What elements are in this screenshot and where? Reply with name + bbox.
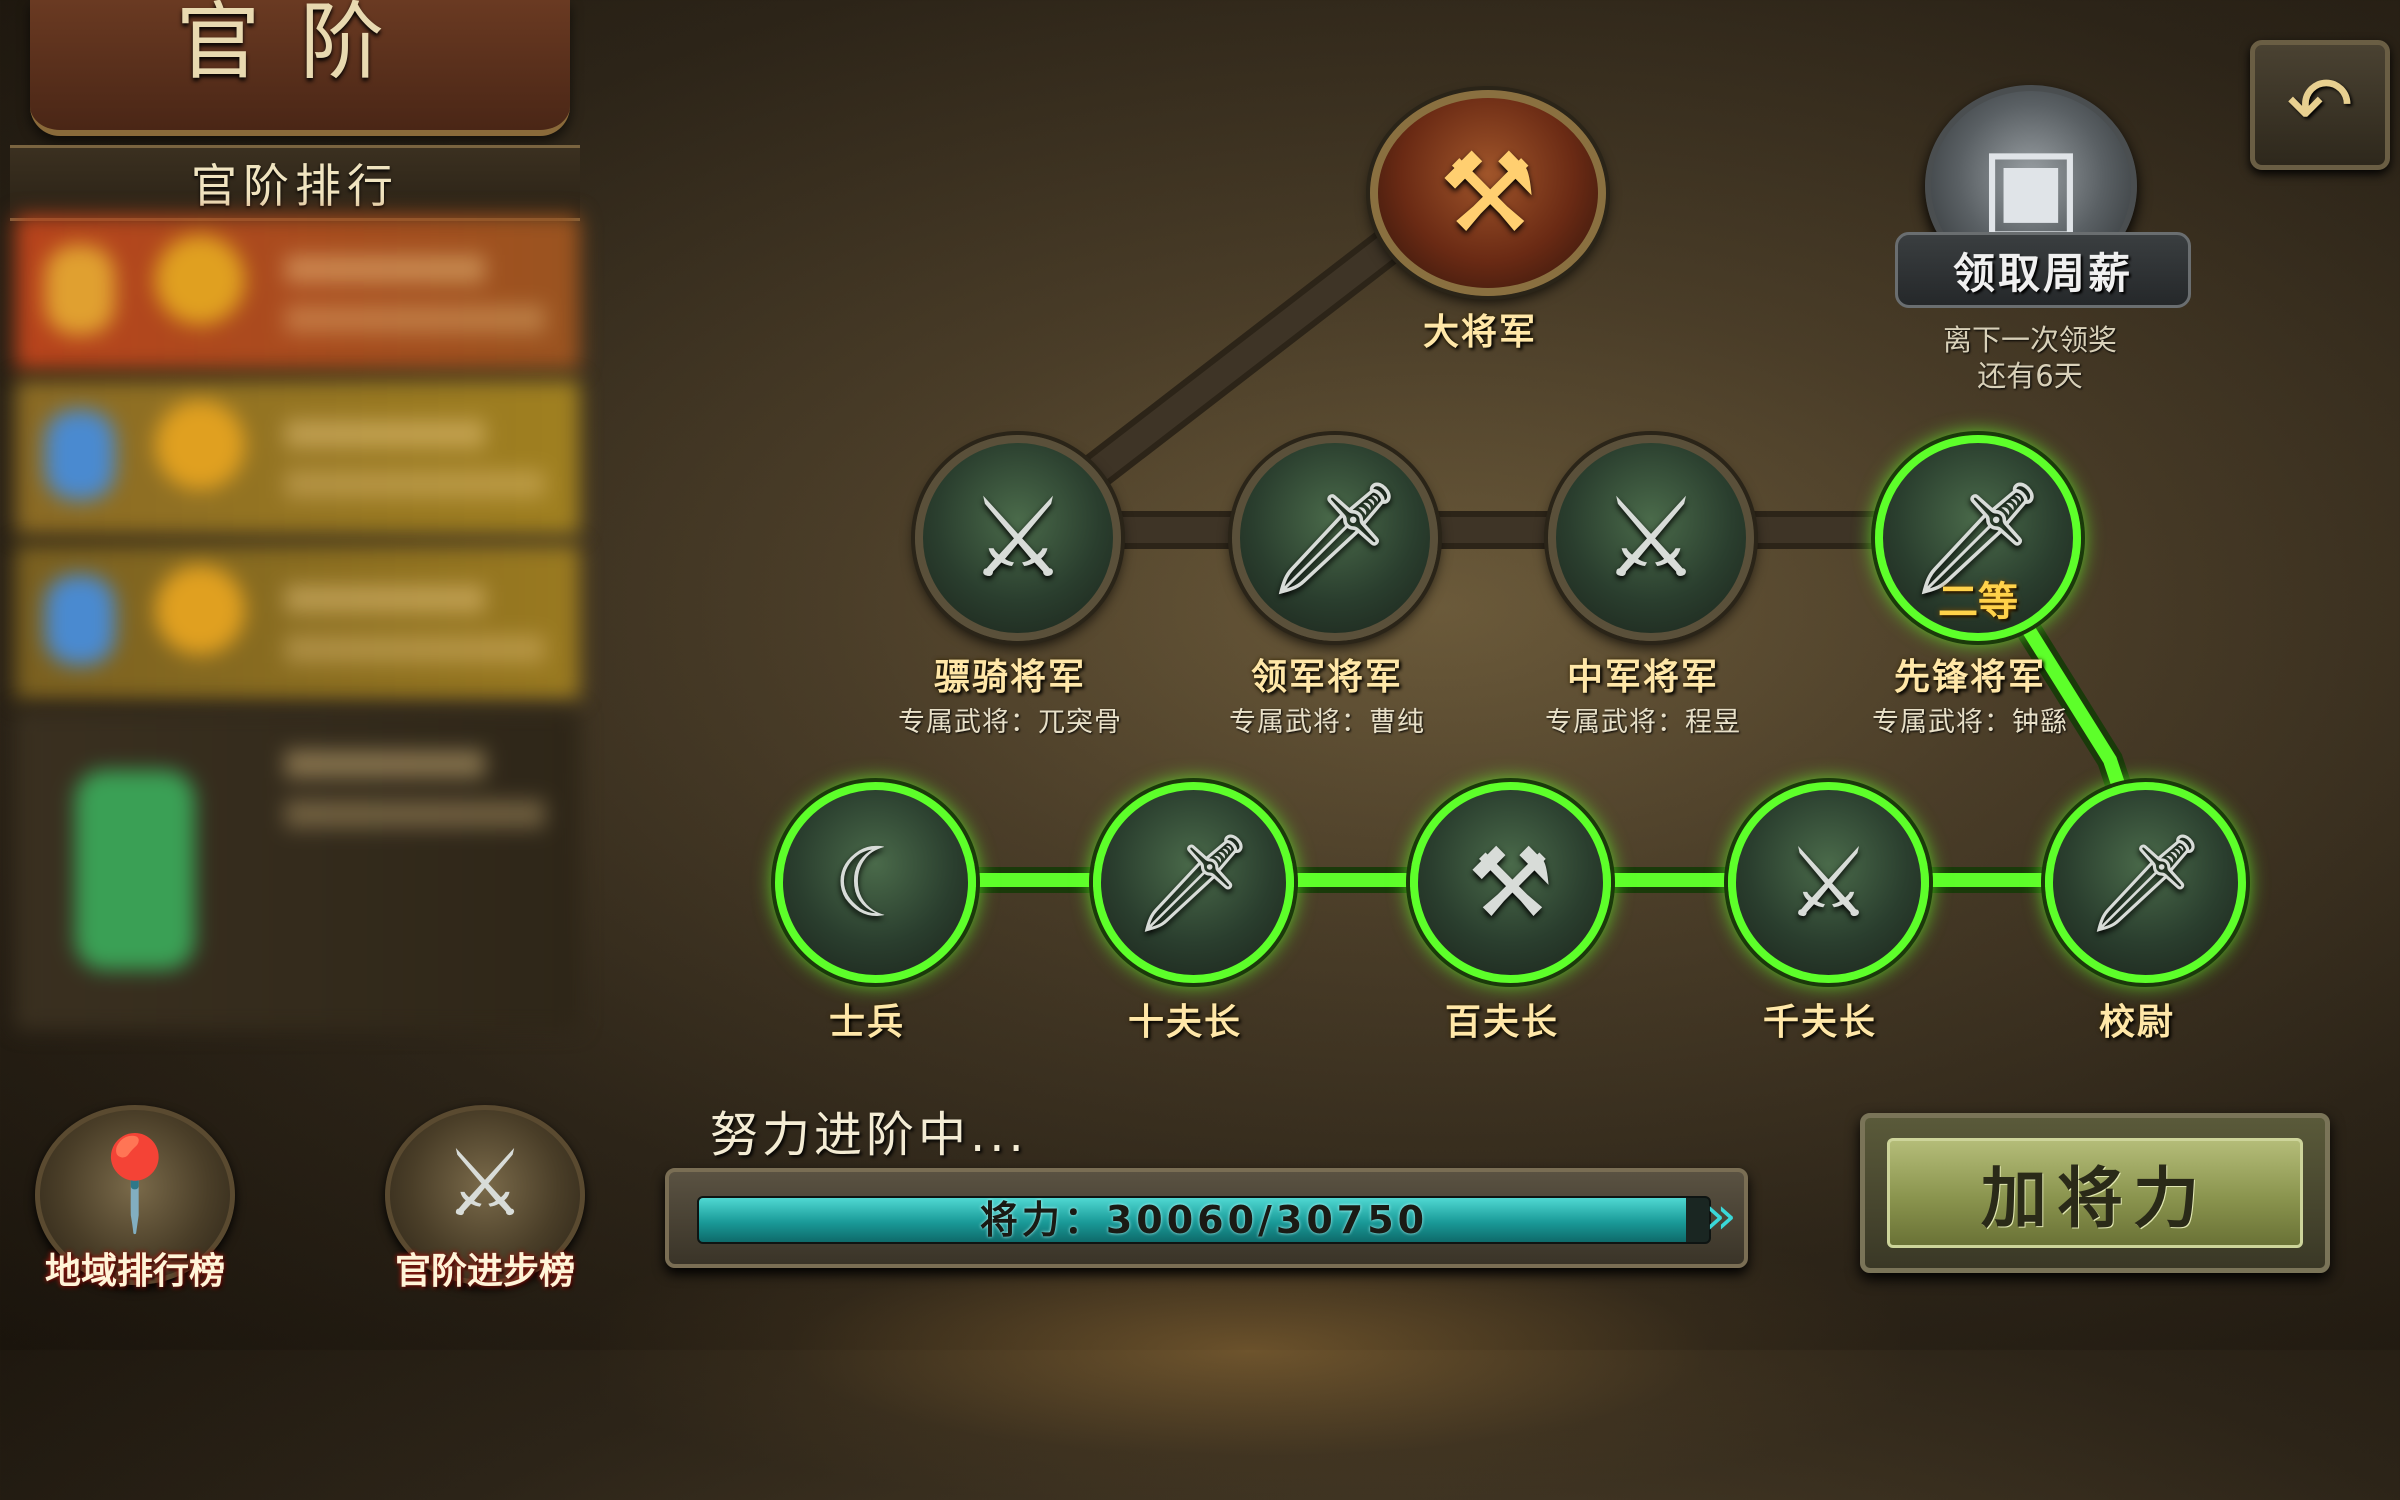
exclusive-hero-1: 专属武将：兀突骨 — [898, 707, 1122, 738]
rank-node-general-3[interactable]: ⚔ — [1548, 435, 1754, 641]
add-power-label: 加将力 — [1981, 1159, 2209, 1237]
exclusive-hero-2: 专属武将：曹纯 — [1229, 707, 1425, 738]
rank-node-soldier-3[interactable]: ⚒ — [1410, 782, 1611, 983]
rank-progress-button[interactable]: ⚔ 官阶进步榜 — [385, 1105, 585, 1292]
rank-label-general-3: 中军将军 — [1566, 657, 1719, 698]
rank-label-soldier-4: 千夫长 — [1762, 1002, 1877, 1043]
crossed-swords-icon: ⚔ — [1601, 474, 1701, 602]
rank-label-soldier-1: 士兵 — [828, 1002, 905, 1043]
ranking-title: 官阶排行 — [191, 159, 399, 213]
rank-node-grand-general[interactable]: ⚒ — [1370, 90, 1606, 296]
rank-label-general-4: 先锋将军 — [1893, 657, 2046, 698]
ranking-row[interactable] — [15, 545, 580, 700]
back-arrow-icon: ↶ — [2286, 58, 2354, 152]
ranking-row[interactable] — [15, 380, 580, 535]
rank-node-general-4-current[interactable]: 🗡 二等 — [1875, 435, 2081, 641]
rank-label-general-1: 骠骑将军 — [933, 657, 1086, 698]
page-title-banner: 官阶 — [30, 0, 570, 136]
rank-label-soldier-3: 百夫长 — [1444, 1002, 1559, 1043]
power-progress-frame: 将力：30060/30750 — [665, 1168, 1748, 1268]
my-ranking-row[interactable] — [15, 710, 580, 1030]
swords-rack-icon: 🗡 — [1265, 474, 1405, 602]
next-reward-countdown: 离下一次领奖 还有6天 — [1880, 322, 2180, 394]
rank-label-general-2: 领军将军 — [1250, 657, 1403, 698]
rank-node-general-1[interactable]: ⚔ — [915, 435, 1121, 641]
rank-node-soldier-2[interactable]: 🗡 — [1093, 782, 1294, 983]
regional-ranking-label: 地域排行榜 — [44, 1251, 225, 1292]
page-title: 官阶 — [175, 0, 424, 91]
ranking-row[interactable] — [15, 215, 580, 370]
claim-weekly-salary-label: 领取周薪 — [1952, 248, 2133, 298]
halberd-icon: ⚒ — [1467, 826, 1554, 939]
glaive-icon: 🗡 — [2084, 826, 2207, 939]
rank-node-general-2[interactable]: 🗡 — [1232, 435, 1438, 641]
rank-node-soldier-4[interactable]: ⚔ — [1728, 782, 1929, 983]
ranking-list[interactable] — [15, 215, 580, 1030]
add-power-button-face: 加将力 — [1887, 1138, 2303, 1248]
add-power-button[interactable]: 加将力 — [1860, 1113, 2330, 1273]
regional-ranking-button[interactable]: 📍 地域排行榜 — [35, 1105, 235, 1292]
curved-blade-icon: ⚔ — [1785, 826, 1872, 939]
claim-weekly-salary-button[interactable]: 领取周薪 — [1895, 232, 2191, 308]
rank-label-soldier-2: 十夫长 — [1127, 1002, 1242, 1043]
rank-label-soldier-5: 校尉 — [2098, 1002, 2175, 1043]
sickle-icon: ☾ — [832, 826, 919, 939]
rank-node-soldier-1[interactable]: ☾ — [775, 782, 976, 983]
back-button[interactable]: ↶ — [2250, 40, 2390, 170]
countdown-line-2: 还有6天 — [1977, 359, 2083, 393]
exclusive-hero-3: 专属武将：程昱 — [1545, 707, 1741, 738]
countdown-line-1: 离下一次领奖 — [1942, 323, 2117, 357]
ranking-header: 官阶排行 — [10, 145, 580, 221]
rank-label-grand-general: 大将军 — [1422, 312, 1537, 353]
map-pin-icon: 📍 — [77, 1130, 193, 1237]
triple-swords-icon: ⚔ — [968, 474, 1068, 602]
rank-node-soldier-5[interactable]: 🗡 — [2045, 782, 2246, 983]
power-progress-track: 将力：30060/30750 — [697, 1196, 1711, 1244]
war-axe-emblem-icon: ⚒ — [1438, 129, 1538, 257]
progress-caption: 努力进阶中... — [710, 1107, 1028, 1163]
dagger-icon: 🗡 — [1132, 826, 1255, 939]
crossed-swords-up-icon: ⚔ — [443, 1130, 527, 1237]
rank-progress-label: 官阶进步榜 — [394, 1251, 575, 1292]
exclusive-hero-4: 专属武将：钟繇 — [1872, 707, 2068, 738]
power-progress-text: 将力：30060/30750 — [979, 1198, 1429, 1242]
treasure-chest-icon: ▣ — [1979, 122, 2083, 250]
progress-arrow-icon: » — [1705, 1186, 1737, 1246]
rank-grade-badge: 二等 — [1938, 579, 2018, 625]
